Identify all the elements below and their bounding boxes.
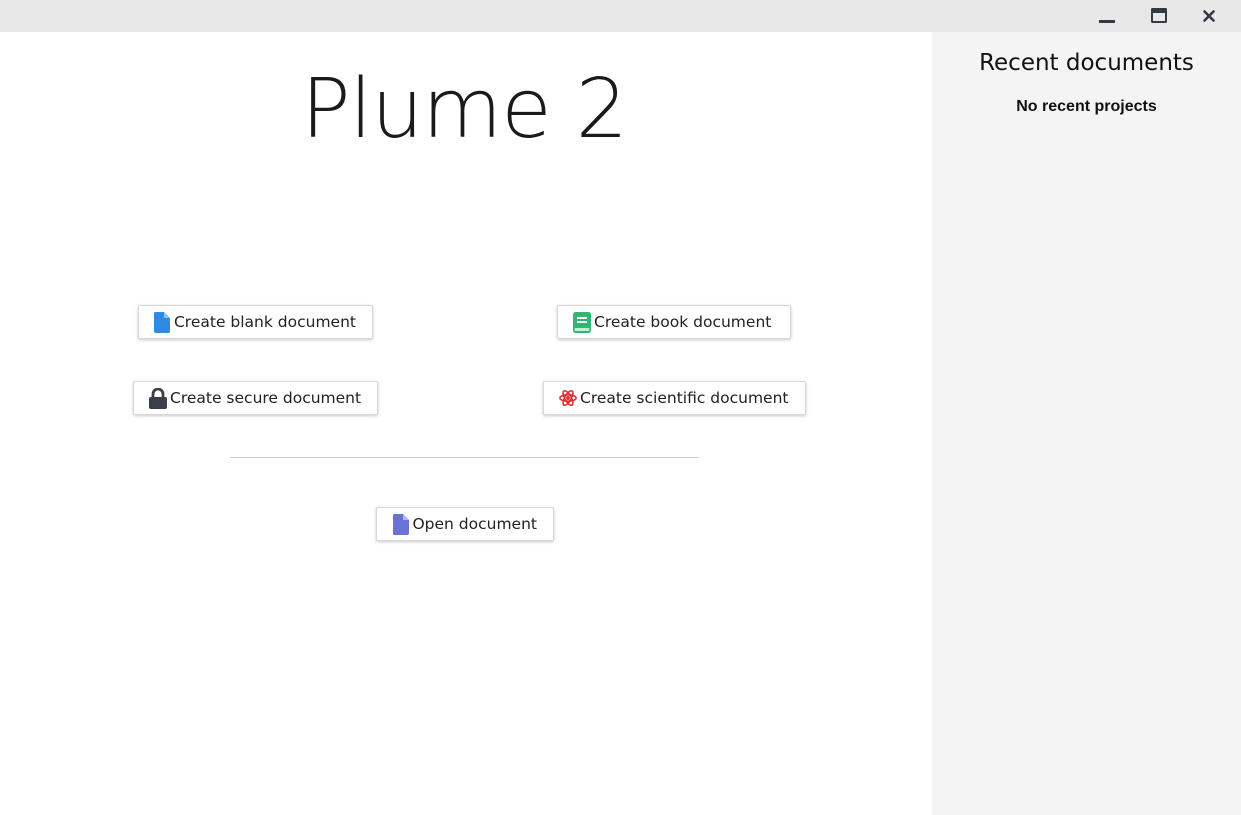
create-book-document-button[interactable]: Create book document <box>557 305 791 339</box>
maximize-icon <box>1151 8 1167 24</box>
no-recent-projects-text: No recent projects <box>1016 98 1157 115</box>
create-scientific-document-button[interactable]: Create scientific document <box>543 381 806 415</box>
atom-icon <box>559 387 577 409</box>
file-icon <box>392 513 409 535</box>
create-book-document-label: Create book document <box>594 313 772 331</box>
create-scientific-document-label: Create scientific document <box>580 389 789 407</box>
maximize-button[interactable] <box>1144 0 1174 32</box>
recent-documents-panel: Recent documents No recent projects <box>932 32 1241 815</box>
create-blank-document-label: Create blank document <box>173 313 356 331</box>
minimize-button[interactable] <box>1092 0 1122 32</box>
close-icon <box>1203 10 1215 22</box>
title-bar <box>0 0 1241 32</box>
recent-documents-title: Recent documents <box>979 50 1194 76</box>
app-title: Plume 2 <box>301 62 628 157</box>
book-icon <box>573 311 591 333</box>
lock-icon <box>149 387 167 409</box>
open-document-label: Open document <box>412 515 537 533</box>
create-blank-document-button[interactable]: Create blank document <box>138 305 373 339</box>
create-secure-document-button[interactable]: Create secure document <box>133 381 378 415</box>
divider <box>230 457 699 458</box>
close-button[interactable] <box>1194 0 1224 32</box>
start-panel: Plume 2 Create blank document Create boo… <box>0 32 932 815</box>
create-secure-document-label: Create secure document <box>170 389 362 407</box>
minimize-icon <box>1099 8 1115 24</box>
open-document-button[interactable]: Open document <box>376 507 554 541</box>
file-icon <box>154 311 171 333</box>
